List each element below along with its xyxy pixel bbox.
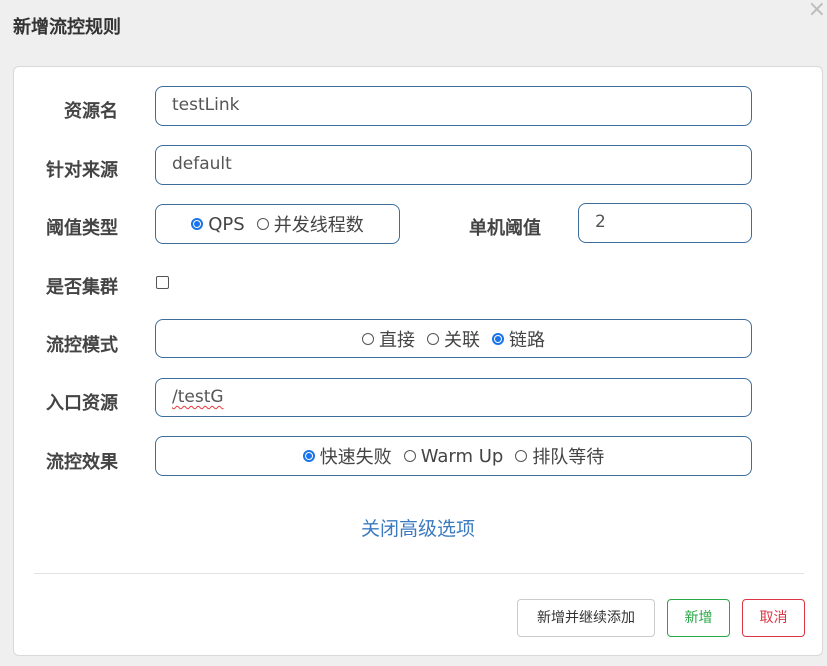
threshold-type-thread-radio[interactable] (256, 218, 269, 230)
behavior-warm-up-label: Warm Up (420, 445, 504, 467)
behavior-fast-fail-label: 快速失败 (319, 447, 392, 468)
strategy-direct-option[interactable]: 直接 (362, 326, 415, 352)
behavior-fast-fail-option[interactable]: 快速失败 (302, 443, 392, 469)
cluster-checkbox[interactable] (156, 276, 169, 289)
strategy-group: 直接 关联 链路 (155, 319, 752, 358)
entry-resource-value: /testG (172, 387, 224, 407)
threshold-type-thread-option[interactable]: 并发线程数 (256, 211, 364, 237)
threshold-type-thread-label: 并发线程数 (273, 215, 364, 236)
add-button[interactable]: 新增 (667, 599, 730, 637)
strategy-chain-radio[interactable] (492, 332, 504, 345)
control-behavior-group: 快速失败 Warm Up 排队等待 (155, 436, 752, 476)
threshold-type-label: 阈值类型 (46, 218, 118, 239)
limit-app-input[interactable]: default (155, 145, 752, 185)
cluster-label: 是否集群 (46, 277, 118, 298)
threshold-type-qps-radio[interactable] (191, 218, 204, 230)
strategy-chain-option[interactable]: 链路 (492, 326, 545, 352)
add-and-continue-button[interactable]: 新增并继续添加 (517, 599, 655, 637)
resource-label: 资源名 (64, 101, 118, 122)
entry-resource-label: 入口资源 (46, 393, 118, 414)
limit-app-label: 针对来源 (46, 160, 118, 181)
strategy-relate-option[interactable]: 关联 (427, 326, 480, 352)
strategy-chain-label: 链路 (509, 329, 545, 351)
resource-input[interactable]: testLink (155, 86, 752, 126)
form-panel: 资源名 testLink 针对来源 default 阈值类型 QPS 并发线程数… (13, 66, 823, 656)
footer-divider (34, 573, 804, 574)
strategy-relate-label: 关联 (444, 329, 480, 351)
strategy-label: 流控模式 (46, 335, 118, 356)
behavior-queue-option[interactable]: 排队等待 (515, 443, 604, 469)
behavior-queue-label: 排队等待 (532, 447, 605, 468)
dialog-title: 新增流控规则 (13, 17, 121, 38)
strategy-relate-radio[interactable] (427, 332, 439, 345)
behavior-fast-fail-radio[interactable] (302, 450, 315, 462)
strategy-direct-radio[interactable] (362, 332, 374, 345)
toggle-advanced-link[interactable]: 关闭高级选项 (14, 514, 822, 541)
behavior-warm-up-radio[interactable] (403, 450, 416, 462)
single-threshold-input[interactable]: 2 (578, 203, 752, 243)
close-icon[interactable]: × (808, 0, 826, 22)
strategy-direct-label: 直接 (379, 329, 415, 351)
entry-resource-input[interactable]: /testG (155, 378, 752, 417)
behavior-warm-up-option[interactable]: Warm Up (403, 445, 504, 467)
control-behavior-label: 流控效果 (46, 452, 118, 473)
cancel-button[interactable]: 取消 (742, 599, 805, 637)
single-threshold-label: 单机阈值 (469, 218, 541, 239)
threshold-type-group: QPS 并发线程数 (155, 204, 400, 244)
threshold-type-qps-option[interactable]: QPS (191, 213, 245, 235)
behavior-queue-radio[interactable] (515, 450, 528, 462)
threshold-type-qps-label: QPS (208, 213, 245, 235)
